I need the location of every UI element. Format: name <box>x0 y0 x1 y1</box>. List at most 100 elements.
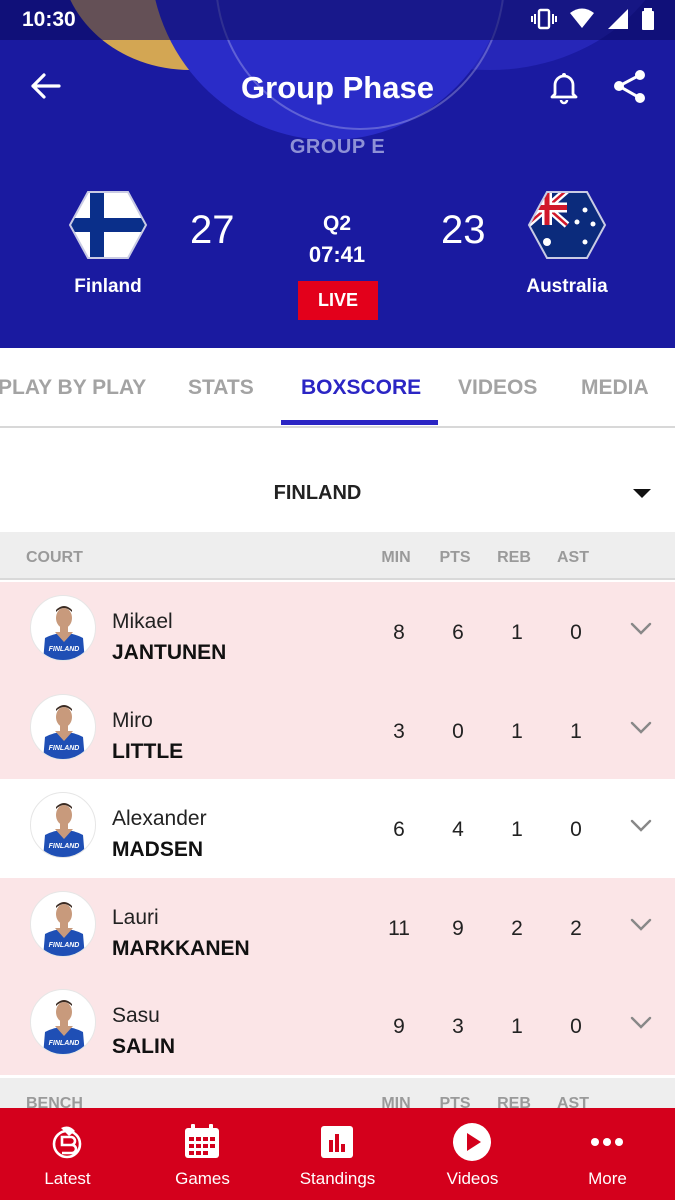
player-reb: 1 <box>511 818 523 841</box>
nav-label: More <box>588 1169 627 1188</box>
home-team-name: Finland <box>74 276 142 297</box>
group-label: GROUP E <box>289 136 386 158</box>
column-min: MIN <box>381 549 411 566</box>
status-time: 10:30 <box>22 8 76 31</box>
player-row[interactable]: FINLAND Mikael JANTUNEN 8 6 1 0 <box>0 582 675 681</box>
nav-label: Standings <box>299 1169 376 1188</box>
chevron-down-icon[interactable] <box>630 622 652 636</box>
column-pts: PTS <box>439 549 471 566</box>
tab-videos[interactable]: VIDEOS <box>458 376 537 400</box>
player-min: 11 <box>388 916 410 940</box>
player-avatar: FINLAND <box>30 989 96 1055</box>
bottom-navigation: Latest Games Standings Videos More <box>0 1108 675 1200</box>
column-reb: REB <box>497 549 531 566</box>
vibrate-icon <box>531 8 557 30</box>
top-app-bar: Group Phase <box>0 55 675 117</box>
jersey-text: FINLAND <box>49 942 80 949</box>
nav-latest[interactable]: Latest <box>0 1108 135 1200</box>
bell-icon <box>550 73 578 105</box>
player-last-name: SALIN <box>112 1035 175 1058</box>
chevron-down-icon[interactable] <box>630 1016 652 1030</box>
tab-stats[interactable]: STATS <box>188 376 254 400</box>
quarter-label: Q2 <box>322 212 351 235</box>
court-table-header: COURT MIN PTS REB AST <box>0 532 675 580</box>
jersey-text: FINLAND <box>49 1040 80 1047</box>
signal-icon <box>608 9 628 29</box>
player-row[interactable]: FINLAND Miro LITTLE 3 0 1 1 <box>0 680 675 779</box>
player-row[interactable]: FINLAND Sasu SALIN 9 3 1 0 <box>0 976 675 1075</box>
calendar-icon <box>185 1124 219 1158</box>
player-pts: 9 <box>452 916 464 940</box>
player-avatar: FINLAND <box>30 792 96 858</box>
battery-icon <box>642 8 654 30</box>
player-first-name: Alexander <box>112 807 207 830</box>
share-icon <box>614 70 645 103</box>
caret-down-icon <box>633 489 651 498</box>
game-clock: Q2 07:41 <box>287 212 387 268</box>
finland-flag-icon <box>68 191 148 259</box>
player-ast: 0 <box>570 1015 582 1038</box>
player-pts: 0 <box>452 719 464 743</box>
away-score: 23 <box>441 208 486 252</box>
notifications-button[interactable] <box>544 67 584 107</box>
nav-videos[interactable]: Videos <box>405 1108 540 1200</box>
home-score: 27 <box>190 208 235 252</box>
tab-media[interactable]: MEDIA <box>581 376 649 400</box>
player-reb: 1 <box>511 621 523 644</box>
player-last-name: MARKKANEN <box>112 936 250 960</box>
australia-flag-icon <box>527 191 607 259</box>
clock-time: 07:41 <box>308 242 366 267</box>
player-min: 6 <box>393 818 405 841</box>
away-team[interactable]: Australia <box>492 190 642 298</box>
player-last-name: MADSEN <box>112 838 204 861</box>
player-avatar: FINLAND <box>30 890 96 957</box>
nav-label: Games <box>175 1169 230 1188</box>
chevron-down-icon[interactable] <box>630 918 652 932</box>
nav-standings[interactable]: Standings <box>270 1108 405 1200</box>
wifi-icon <box>570 8 594 28</box>
live-badge: LIVE <box>298 281 378 320</box>
share-button[interactable] <box>610 67 650 107</box>
nav-more[interactable]: More <box>540 1108 675 1200</box>
nav-games[interactable]: Games <box>135 1108 270 1200</box>
system-icons <box>531 8 655 30</box>
jersey-text: FINLAND <box>49 646 80 653</box>
player-ast: 0 <box>570 621 582 644</box>
jersey-text: FINLAND <box>49 843 80 850</box>
chevron-down-icon[interactable] <box>630 819 652 833</box>
active-tab-indicator <box>281 420 438 425</box>
player-last-name: LITTLE <box>112 739 184 763</box>
nav-label: Videos <box>446 1169 499 1188</box>
player-list: FINLAND Mikael JANTUNEN 8 6 1 0 FINLAND Miro LITT… <box>0 582 675 1075</box>
player-min: 9 <box>393 1015 405 1038</box>
column-ast: AST <box>557 549 589 566</box>
player-reb: 2 <box>511 916 523 940</box>
player-first-name: Sasu <box>112 1004 160 1027</box>
game-screen: 10:30 Group Phase GROUP E Finland 27 Q2 … <box>0 0 675 1200</box>
standings-chart-icon <box>321 1126 353 1158</box>
game-header: 10:30 Group Phase GROUP E Finland 27 Q2 … <box>0 0 675 348</box>
player-last-name: JANTUNEN <box>112 641 227 664</box>
status-bar: 10:30 <box>0 0 675 40</box>
player-pts: 3 <box>452 1015 464 1038</box>
player-row[interactable]: FINLAND Alexander MADSEN 6 4 1 0 <box>0 779 675 878</box>
player-ast: 0 <box>570 818 582 841</box>
chevron-down-icon[interactable] <box>630 721 652 735</box>
team-selector[interactable]: FINLAND <box>0 430 675 532</box>
tab-play-by-play[interactable]: PLAY BY PLAY <box>0 376 146 400</box>
player-min: 8 <box>393 621 405 644</box>
player-min: 3 <box>393 719 405 743</box>
player-first-name: Lauri <box>112 905 159 929</box>
home-team[interactable]: Finland <box>33 190 183 298</box>
jersey-text: FINLAND <box>49 745 80 752</box>
player-ast: 2 <box>570 916 582 940</box>
player-row[interactable]: FINLAND Lauri MARKKANEN 11 9 2 2 <box>0 877 675 976</box>
game-tabs: PLAY BY PLAY STATS BOXSCORE VIDEOS MEDIA <box>0 348 675 428</box>
tab-boxscore[interactable]: BOXSCORE <box>301 376 421 400</box>
team-selector-value: FINLAND <box>273 482 362 504</box>
player-reb: 1 <box>511 1015 523 1038</box>
player-avatar: FINLAND <box>30 595 96 661</box>
latest-logo-icon <box>52 1126 82 1159</box>
away-team-name: Australia <box>526 276 608 297</box>
player-pts: 4 <box>452 818 464 841</box>
